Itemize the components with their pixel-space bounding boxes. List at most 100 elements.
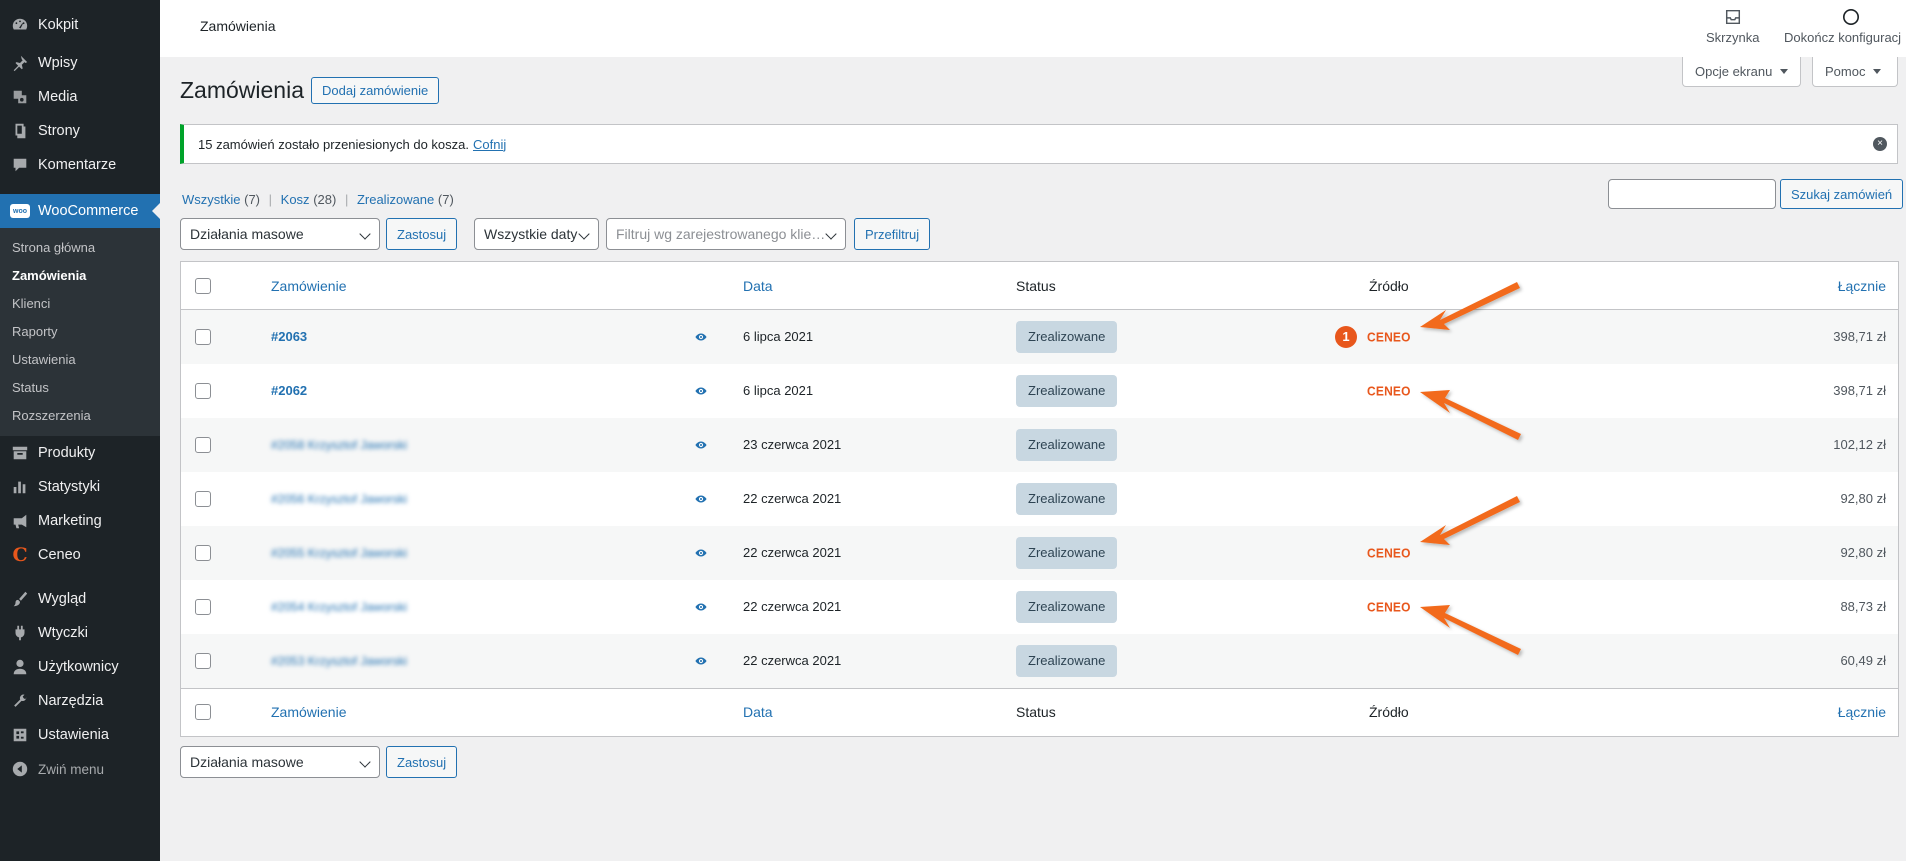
sidebar-item-settings[interactable]: Ustawienia [0, 718, 160, 752]
order-link[interactable]: #2058 Krzysztof Jaworski [271, 438, 407, 452]
column-header-order[interactable]: Zamówienie [271, 278, 346, 294]
sidebar-item-label: WooCommerce [38, 203, 139, 219]
inbox-button[interactable]: Skrzynka [1706, 8, 1759, 45]
search-input[interactable] [1608, 179, 1776, 209]
page-title: Zamówienia [180, 77, 304, 103]
customer-filter-select[interactable]: Filtruj wg zarejestrowanego klie… [606, 218, 846, 250]
submenu-item-home[interactable]: Strona główna [0, 234, 160, 262]
sidebar-item-label: Wtyczki [38, 625, 88, 641]
select-all-checkbox[interactable] [195, 277, 211, 294]
column-footer-total[interactable]: Łącznie [1838, 704, 1886, 720]
comments-icon [10, 155, 30, 175]
row-checkbox[interactable] [195, 652, 211, 669]
apply-button-bottom[interactable]: Zastosuj [386, 746, 458, 778]
sidebar-item-dashboard[interactable]: Kokpit [0, 8, 160, 42]
submenu-item-orders[interactable]: Zamówienia [0, 262, 160, 290]
order-link[interactable]: #2062 [271, 383, 307, 398]
order-link[interactable]: #2054 Krzysztof Jaworski [271, 600, 407, 614]
help-button[interactable]: Pomoc [1812, 57, 1898, 87]
dashboard-icon [10, 15, 30, 35]
search-orders-button[interactable]: Szukaj zamówień [1780, 179, 1904, 209]
notice-text: 15 zamówień zostało przeniesionych do ko… [198, 136, 469, 152]
collapse-menu-button[interactable]: Zwiń menu [0, 752, 160, 786]
collapse-menu-label: Zwiń menu [38, 761, 105, 777]
select-all-checkbox-footer[interactable] [195, 704, 211, 720]
eye-icon[interactable] [694, 492, 708, 506]
row-checkbox[interactable] [195, 544, 211, 561]
sidebar-item-label: Wpisy [38, 55, 78, 71]
ceneo-source-logo: CENEO [1367, 328, 1411, 345]
submenu-item-status[interactable]: Status [0, 374, 160, 402]
finish-setup-label: Dokończ konfiguracj [1784, 30, 1902, 45]
table-row[interactable]: #2054 Krzysztof Jaworski 22 czerwca 2021 Z… [181, 580, 1898, 634]
submenu-item-settings[interactable]: Ustawienia [0, 346, 160, 374]
bulk-actions-select-bottom[interactable]: Działania masowe [180, 746, 380, 778]
table-row[interactable]: #2062 6 lipca 2021 Zrealizowane CENEO 398,71… [181, 364, 1898, 418]
eye-icon[interactable] [694, 330, 708, 344]
chevron-down-icon [825, 228, 837, 240]
apply-button[interactable]: Zastosuj [386, 218, 458, 250]
undo-link[interactable]: Cofnij [473, 137, 506, 152]
submenu-item-reports[interactable]: Raporty [0, 318, 160, 346]
order-link[interactable]: #2063 [271, 329, 307, 344]
dates-select[interactable]: Wszystkie daty [474, 218, 599, 250]
filter-button[interactable]: Przefiltruj [854, 218, 931, 250]
column-footer-order[interactable]: Zamówienie [271, 704, 346, 720]
sidebar-item-plugins[interactable]: Wtyczki [0, 616, 160, 650]
sidebar-item-products[interactable]: Produkty [0, 436, 160, 470]
table-row[interactable]: #2055 Krzysztof Jaworski 22 czerwca 2021 Z… [181, 526, 1898, 580]
order-link[interactable]: #2053 Krzysztof Jaworski [271, 654, 407, 668]
table-row[interactable]: #2056 Krzysztof Jaworski 22 czerwca 2021 Z… [181, 472, 1898, 526]
ceneo-source-logo: CENEO [1367, 598, 1411, 615]
view-trash-link[interactable]: Kosz [281, 192, 310, 207]
finish-setup-button[interactable]: Dokończ konfiguracj [1784, 8, 1906, 45]
sidebar-item-tools[interactable]: Narzędzia [0, 684, 160, 718]
sidebar-item-users[interactable]: Użytkownicy [0, 650, 160, 684]
column-footer-date[interactable]: Data [743, 704, 773, 720]
sidebar-item-woocommerce[interactable]: woo WooCommerce [0, 194, 160, 228]
sidebar-item-ceneo[interactable]: C Ceneo [0, 538, 160, 572]
screen-options-button[interactable]: Opcje ekranu [1682, 57, 1802, 87]
status-badge: Zrealizowane [1016, 374, 1118, 407]
row-checkbox[interactable] [195, 328, 211, 345]
submenu-item-customers[interactable]: Klienci [0, 290, 160, 318]
order-link[interactable]: #2055 Krzysztof Jaworski [271, 546, 407, 560]
sidebar-item-posts[interactable]: Wpisy [0, 46, 160, 80]
sidebar-item-marketing[interactable]: Marketing [0, 504, 160, 538]
sidebar-item-media[interactable]: Media [0, 80, 160, 114]
table-row[interactable]: #2063 6 lipca 2021 Zrealizowane 1 CENEO 398,7… [181, 310, 1898, 364]
eye-icon[interactable] [694, 600, 708, 614]
sidebar-item-pages[interactable]: Strony [0, 114, 160, 148]
column-header-date[interactable]: Data [743, 278, 773, 294]
eye-icon[interactable] [694, 654, 708, 668]
row-checkbox[interactable] [195, 382, 211, 399]
close-icon[interactable]: × [1873, 137, 1887, 151]
sidebar-item-analytics[interactable]: Statystyki [0, 470, 160, 504]
sidebar-item-comments[interactable]: Komentarze [0, 148, 160, 182]
table-body: #2063 6 lipca 2021 Zrealizowane 1 CENEO 398,7… [181, 310, 1898, 688]
add-order-button[interactable]: Dodaj zamówienie [311, 77, 440, 104]
woocommerce-header: Zamówienia Skrzynka Dokończ konfiguracj [160, 0, 1906, 57]
eye-icon[interactable] [694, 546, 708, 560]
column-footer-source: Źródło [1369, 704, 1409, 720]
row-checkbox[interactable] [195, 436, 211, 453]
eye-icon[interactable] [694, 384, 708, 398]
sidebar-item-appearance[interactable]: Wygląd [0, 582, 160, 616]
table-row[interactable]: #2053 Krzysztof Jaworski 22 czerwca 2021 Z… [181, 634, 1898, 688]
status-badge: Zrealizowane [1016, 644, 1118, 677]
table-row[interactable]: #2058 Krzysztof Jaworski 23 czerwca 2021 Z… [181, 418, 1898, 472]
order-link[interactable]: #2056 Krzysztof Jaworski [271, 492, 407, 506]
order-date: 22 czerwca 2021 [743, 491, 842, 506]
order-total: 60,49 zł [1840, 653, 1886, 668]
row-checkbox[interactable] [195, 598, 211, 615]
row-checkbox[interactable] [195, 490, 211, 507]
archive-icon [10, 443, 30, 463]
bulk-actions-select[interactable]: Działania masowe [180, 218, 380, 250]
view-all-link[interactable]: Wszystkie [182, 192, 241, 207]
submenu-item-extensions[interactable]: Rozszerzenia [0, 402, 160, 430]
column-header-total[interactable]: Łącznie [1838, 278, 1886, 294]
eye-icon[interactable] [694, 438, 708, 452]
view-completed-link[interactable]: Zrealizowane [357, 192, 434, 207]
orders-table: Zamówienie Data Status Źródło Łącznie #2… [180, 261, 1899, 737]
table-footer-row: Zamówienie Data Status Źródło Łącznie [181, 688, 1898, 736]
